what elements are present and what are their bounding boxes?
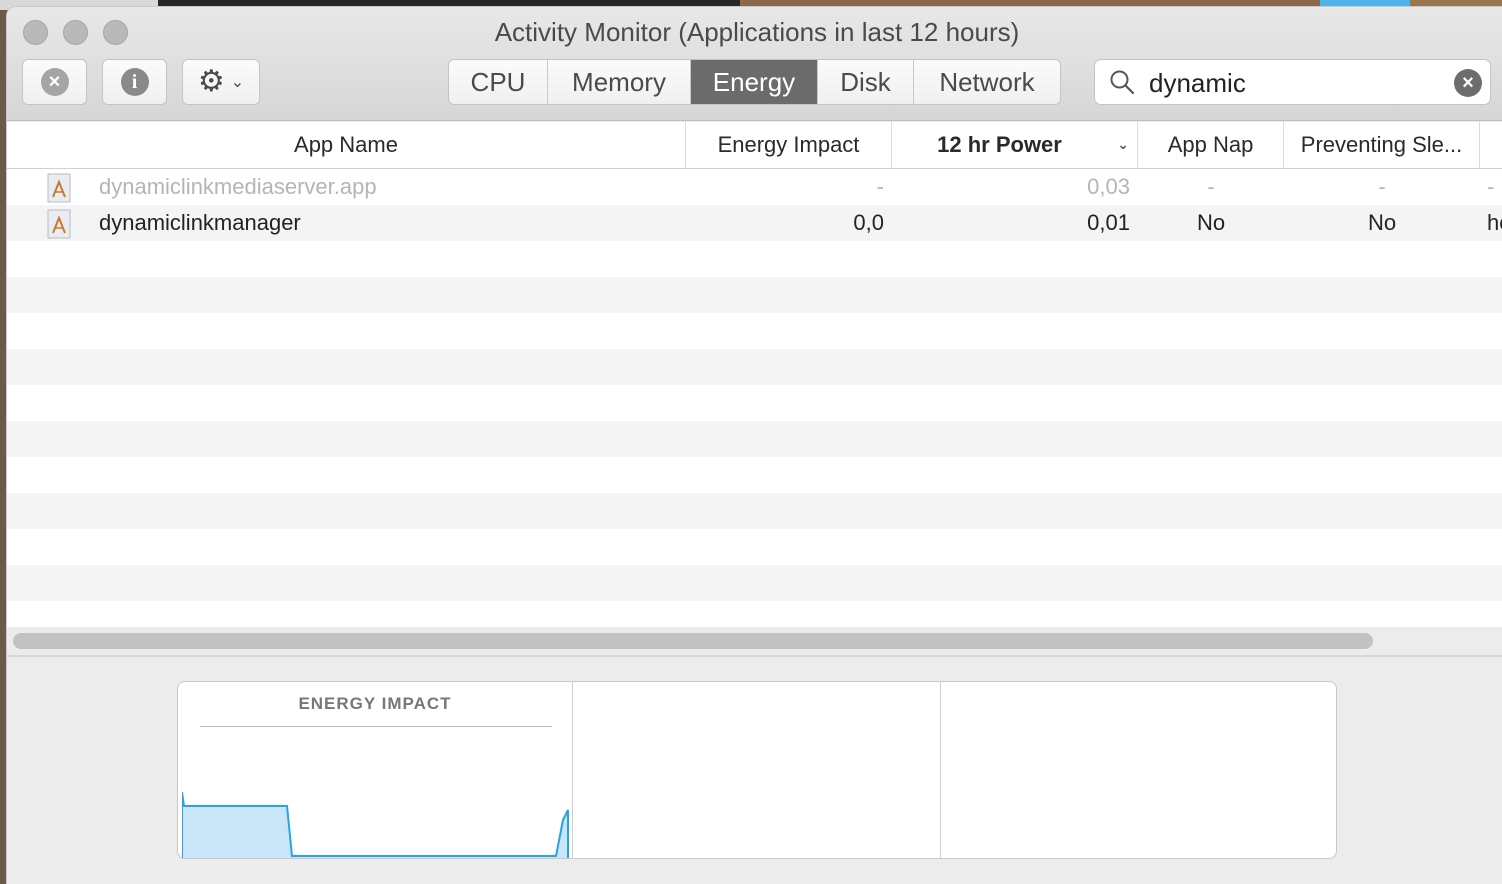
- empty-row: [7, 421, 1502, 457]
- app-icon: [47, 173, 71, 203]
- empty-row: [7, 241, 1502, 277]
- extra-cell: -: [1487, 174, 1495, 199]
- process-table: dynamiclinkmediaserver.app - 0,03 - - - …: [7, 169, 1502, 627]
- empty-row: [7, 457, 1502, 493]
- tab-energy[interactable]: Energy: [691, 60, 818, 104]
- power-12hr-cell: 0,01: [1087, 210, 1130, 235]
- column-extra[interactable]: [1480, 122, 1502, 168]
- table-row[interactable]: dynamiclinkmanager 0,0 0,01 No No hc: [7, 205, 1502, 241]
- column-app-name[interactable]: App Name: [7, 122, 686, 168]
- energy-impact-cell: 0,0: [853, 210, 884, 235]
- search-icon: [1110, 70, 1135, 95]
- column-energy-impact[interactable]: Energy Impact: [686, 122, 892, 168]
- info-icon: i: [120, 68, 149, 96]
- tab-memory[interactable]: Memory: [548, 60, 691, 104]
- gear-icon: ⚙: [197, 65, 225, 98]
- empty-row: [7, 277, 1502, 313]
- preventing-sleep-cell: No: [1367, 210, 1397, 235]
- stop-process-button[interactable]: ×: [22, 59, 87, 105]
- action-menu-button[interactable]: ⚙ ⌄: [182, 59, 260, 105]
- search-field: ×: [1094, 59, 1491, 105]
- window-title: Activity Monitor (Applications in last 1…: [494, 17, 1020, 47]
- search-input[interactable]: [1149, 66, 1439, 100]
- app-nap-cell: -: [1207, 174, 1215, 199]
- app-name-cell: dynamiclinkmanager: [99, 210, 301, 235]
- activity-monitor-window: Activity Monitor (Applications in last 1…: [6, 6, 1502, 884]
- panel-separator: [572, 682, 573, 858]
- empty-row: [7, 349, 1502, 385]
- app-icon: [47, 209, 71, 239]
- chevron-down-icon: ⌄: [230, 74, 245, 91]
- table-header: App Name Energy Impact 12 hr Power ⌄ App…: [7, 122, 1502, 169]
- empty-row: [7, 313, 1502, 349]
- inspect-process-button[interactable]: i: [102, 59, 167, 105]
- column-12hr-power-label: 12 hr Power: [937, 132, 1062, 157]
- view-tabs: CPU Memory Energy Disk Network: [448, 59, 1061, 105]
- tab-cpu[interactable]: CPU: [449, 60, 548, 104]
- energy-impact-panel: ENERGY IMPACT: [177, 681, 1337, 859]
- table-row[interactable]: dynamiclinkmediaserver.app - 0,03 - - -: [7, 169, 1502, 205]
- tab-disk[interactable]: Disk: [818, 60, 914, 104]
- energy-impact-title: ENERGY IMPACT: [298, 694, 452, 713]
- clear-search-icon[interactable]: ×: [1454, 69, 1482, 97]
- energy-impact-graph: [182, 791, 569, 858]
- column-preventing-sleep[interactable]: Preventing Sle...: [1284, 122, 1480, 168]
- sort-descending-icon: ⌄: [1117, 136, 1129, 152]
- tab-network[interactable]: Network: [914, 60, 1060, 104]
- column-12hr-power[interactable]: 12 hr Power ⌄: [892, 122, 1138, 168]
- empty-row: [7, 493, 1502, 529]
- extra-cell: hc: [1487, 210, 1502, 235]
- energy-impact-cell: -: [876, 174, 884, 199]
- panel-separator: [940, 682, 941, 858]
- preventing-sleep-cell: -: [1378, 174, 1386, 199]
- empty-row: [7, 529, 1502, 565]
- panel-rule: [200, 726, 552, 727]
- empty-row: [7, 385, 1502, 421]
- toolbar: Activity Monitor (Applications in last 1…: [7, 7, 1502, 121]
- bottom-area: ENERGY IMPACT: [7, 657, 1502, 884]
- empty-row: [7, 601, 1502, 627]
- column-app-nap[interactable]: App Nap: [1138, 122, 1284, 168]
- horizontal-scrollbar[interactable]: [13, 633, 1373, 649]
- close-x-icon: ×: [40, 68, 69, 96]
- app-nap-cell: No: [1196, 210, 1226, 235]
- empty-row: [7, 565, 1502, 601]
- power-12hr-cell: 0,03: [1087, 174, 1130, 199]
- app-name-cell: dynamiclinkmediaserver.app: [99, 174, 377, 199]
